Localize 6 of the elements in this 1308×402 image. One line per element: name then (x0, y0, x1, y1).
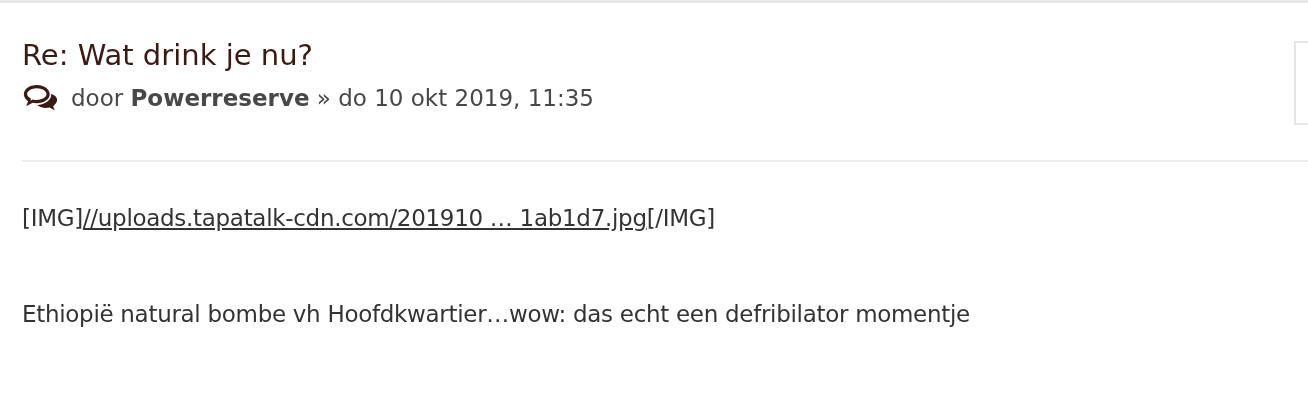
speech-bubbles-icon[interactable] (22, 83, 59, 113)
post-byline: door Powerreserve » do 10 okt 2019, 11:35 (71, 85, 594, 111)
image-link[interactable]: //uploads.tapatalk-cdn.com/201910 … 1ab1d7.jpg (82, 205, 647, 231)
post-text: Ethiopië natural bombe vh Hoofdkwartier…wow: das echt een defribilator momentje (22, 300, 971, 329)
post-title[interactable]: Re: Wat drink je nu? (22, 35, 594, 75)
image-tag-line: [IMG]//uploads.tapatalk-cdn.com/201910 … 1ab1d7.jpg[/IMG] (22, 204, 717, 233)
